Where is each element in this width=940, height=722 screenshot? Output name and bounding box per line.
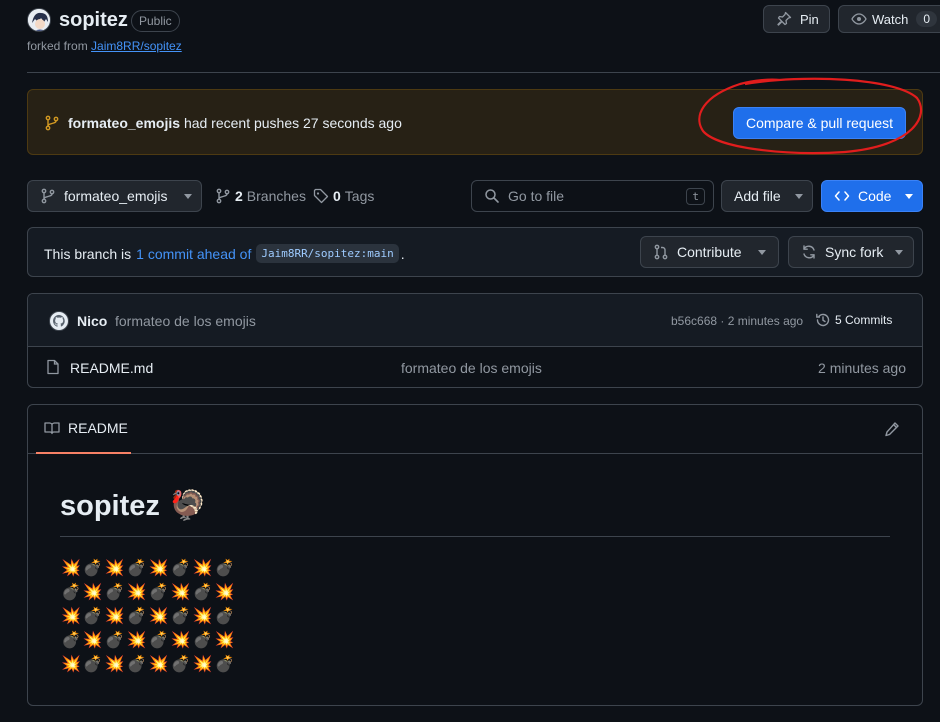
- push-branch-name[interactable]: formateo_emojis: [68, 115, 180, 131]
- watch-count: 0: [916, 11, 938, 27]
- commits-ahead-link[interactable]: 1 commit ahead of: [136, 246, 251, 262]
- repo-name[interactable]: sopitez: [59, 9, 128, 32]
- sync-fork-label: Sync fork: [825, 244, 884, 260]
- add-file-button[interactable]: Add file: [721, 180, 813, 212]
- fork-info: forked from Jaim8RR/sopitez: [27, 39, 182, 53]
- push-message: had recent pushes 27 seconds ago: [183, 115, 402, 131]
- branch-select-icon: [41, 188, 55, 204]
- readme-heading-text: sopitez: [60, 490, 160, 522]
- branches-icon: [216, 188, 230, 204]
- commit-meta[interactable]: b56c668 · 2 minutes ago: [671, 314, 803, 328]
- eye-icon: [851, 13, 867, 25]
- branches-label: Branches: [246, 188, 306, 204]
- branch-icon: [45, 115, 59, 131]
- commits-label: 5 Commits: [835, 313, 893, 327]
- header-divider: [27, 72, 940, 73]
- watch-label: Watch: [872, 11, 909, 27]
- file-time: 2 minutes ago: [818, 360, 906, 376]
- upstream-ref: Jaim8RR/sopitez:main: [256, 244, 399, 263]
- book-icon: [44, 422, 60, 435]
- pull-request-icon: [654, 244, 668, 260]
- readme-header-divider: [28, 453, 922, 454]
- branch-status-prefix: This branch is: [44, 245, 132, 262]
- code-caret-icon: [905, 193, 914, 199]
- edit-pencil-icon[interactable]: [884, 421, 900, 437]
- commit-author[interactable]: Nico: [77, 313, 107, 329]
- tags-label: Tags: [344, 188, 375, 204]
- branches-count: 2: [235, 188, 243, 204]
- sync-fork-button[interactable]: Sync fork: [788, 236, 914, 268]
- repo-avatar[interactable]: [27, 8, 51, 32]
- code-icon: [834, 191, 850, 201]
- file-icon: [47, 359, 59, 375]
- sync-fork-caret-icon: [895, 249, 904, 255]
- emoji-row: 💥💣💥💣💥💣💥💣: [61, 608, 237, 625]
- fork-source-link[interactable]: Jaim8RR/sopitez: [91, 39, 182, 53]
- branch-select[interactable]: formateo_emojis: [27, 180, 202, 212]
- readme-heading: sopitez 🦃: [60, 490, 206, 523]
- branch-select-caret-icon: [183, 193, 192, 199]
- file-name[interactable]: README.md: [70, 360, 153, 376]
- goto-file-input[interactable]: Go to file t: [471, 180, 714, 212]
- push-banner-text: formateo_emojis had recent pushes 27 sec…: [68, 115, 402, 131]
- contribute-button[interactable]: Contribute: [640, 236, 779, 268]
- tags-count: 0: [333, 188, 341, 204]
- fork-prefix: forked from: [27, 39, 88, 53]
- commit-author-avatar[interactable]: [49, 311, 69, 331]
- turkey-icon: 🦃: [169, 490, 207, 522]
- search-icon: [485, 189, 499, 203]
- pin-button[interactable]: Pin: [763, 5, 830, 33]
- avatar-icon: [28, 9, 50, 31]
- visibility-badge: Public: [131, 10, 180, 32]
- github-avatar-icon: [52, 314, 65, 327]
- emoji-row: 💣💥💣💥💣💥💣💥: [61, 584, 237, 601]
- pin-label: Pin: [800, 11, 819, 27]
- code-label: Code: [858, 188, 892, 204]
- tags-link[interactable]: 0 Tags: [313, 188, 374, 204]
- annotation-circle-icon: [698, 77, 923, 155]
- contribute-label: Contribute: [677, 244, 742, 260]
- sync-icon: [803, 245, 815, 259]
- file-commit-message[interactable]: formateo de los emojis: [401, 360, 542, 376]
- readme-heading-divider: [60, 536, 890, 537]
- emoji-row: 💥💣💥💣💥💣💥💣: [61, 560, 237, 577]
- add-file-label: Add file: [734, 188, 781, 204]
- branches-link[interactable]: 2 Branches: [215, 188, 306, 204]
- add-file-caret-icon: [794, 193, 803, 199]
- emoji-row: 💥💣💥💣💥💣💥💣: [61, 656, 237, 673]
- goto-file-shortcut: t: [686, 188, 705, 205]
- emoji-grid: 💥💣💥💣💥💣💥💣 💣💥💣💥💣💥💣💥 💥💣💥💣💥💣💥💣 💣💥💣💥💣💥💣💥 💥💣💥💣…: [61, 557, 236, 677]
- pin-icon: [777, 11, 792, 26]
- commit-message[interactable]: formateo de los emojis: [115, 313, 256, 329]
- contribute-caret-icon: [757, 249, 766, 255]
- commits-link[interactable]: 5 Commits: [815, 312, 892, 328]
- branch-select-label: formateo_emojis: [64, 188, 168, 204]
- tab-readme[interactable]: README: [36, 420, 131, 454]
- tab-readme-label: README: [68, 420, 128, 436]
- tag-icon: [313, 188, 329, 204]
- emoji-row: 💣💥💣💥💣💥💣💥: [61, 632, 237, 649]
- file-row[interactable]: README.md formateo de los emojis 2 minut…: [28, 347, 922, 387]
- goto-file-placeholder: Go to file: [508, 188, 565, 204]
- branch-status-suffix: .: [400, 245, 405, 262]
- code-button[interactable]: Code: [821, 180, 923, 212]
- branch-status-text: This branch is 1 commit ahead of Jaim8RR…: [44, 244, 405, 263]
- history-icon: [816, 313, 830, 327]
- watch-button[interactable]: Watch 0: [838, 5, 940, 33]
